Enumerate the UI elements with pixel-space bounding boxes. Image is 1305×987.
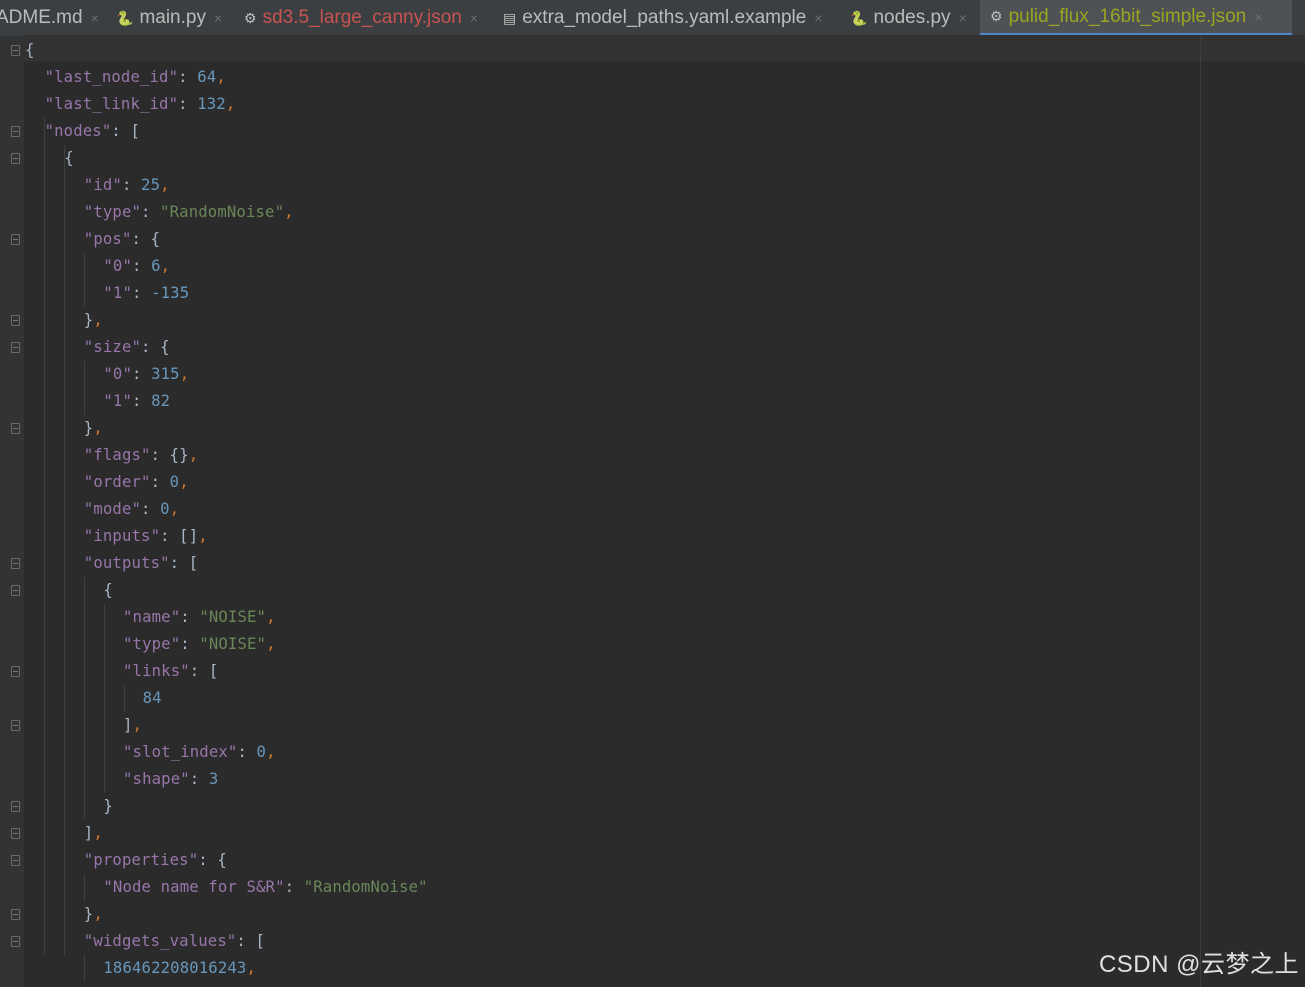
indent-guide bbox=[84, 577, 85, 820]
csdn-watermark: CSDN @云梦之上 bbox=[1098, 951, 1299, 978]
fold-marker-icon[interactable] bbox=[11, 828, 20, 839]
code-line[interactable]: 186462208016243, bbox=[103, 955, 256, 982]
close-icon[interactable]: × bbox=[1254, 9, 1262, 25]
fold-marker-icon[interactable] bbox=[11, 720, 20, 731]
code-line[interactable]: "widgets_values": [ bbox=[84, 928, 265, 955]
code-line[interactable]: { bbox=[64, 145, 74, 172]
current-line-highlight bbox=[24, 35, 1305, 61]
indent-guide bbox=[84, 253, 85, 307]
code-line[interactable]: }, bbox=[84, 307, 103, 334]
fold-marker-icon[interactable] bbox=[11, 423, 20, 434]
indent-guide bbox=[84, 874, 85, 901]
code-line[interactable]: "type": "NOISE", bbox=[123, 631, 276, 658]
tab-main-py[interactable]: 🐍 main.py × bbox=[116, 0, 238, 36]
code-line[interactable]: ], bbox=[123, 712, 142, 739]
code-line[interactable]: "shape": 3 bbox=[123, 766, 218, 793]
code-line[interactable]: { bbox=[103, 577, 113, 604]
code-line[interactable]: "mode": 0, bbox=[84, 496, 179, 523]
code-line[interactable]: ], bbox=[84, 820, 103, 847]
close-icon[interactable]: × bbox=[470, 10, 478, 26]
tab-adme-md[interactable]: ADME.md × bbox=[0, 0, 99, 36]
tab-extra-model-paths-yaml-example[interactable]: ▤ extra_model_paths.yaml.example × bbox=[503, 0, 843, 36]
tab-label: main.py bbox=[139, 7, 206, 28]
indent-guide bbox=[44, 118, 45, 955]
code-line[interactable]: "inputs": [], bbox=[84, 523, 208, 550]
code-line[interactable]: "nodes": [ bbox=[45, 118, 140, 145]
code-line[interactable]: "last_node_id": 64, bbox=[45, 64, 226, 91]
fold-marker-icon[interactable] bbox=[11, 234, 20, 245]
fold-marker-icon[interactable] bbox=[11, 585, 20, 596]
fold-marker-icon[interactable] bbox=[11, 936, 20, 947]
code-line[interactable]: "type": "RandomNoise", bbox=[84, 199, 294, 226]
gutter bbox=[0, 37, 24, 987]
right-margin-guide bbox=[1200, 37, 1201, 987]
fold-marker-icon[interactable] bbox=[11, 909, 20, 920]
code-line[interactable]: "pos": { bbox=[84, 226, 160, 253]
code-line[interactable]: }, bbox=[84, 415, 103, 442]
fold-marker-icon[interactable] bbox=[11, 126, 20, 137]
code-line[interactable]: "links": [ bbox=[123, 658, 218, 685]
code-line[interactable]: "size": { bbox=[84, 334, 170, 361]
fold-marker-icon[interactable] bbox=[11, 342, 20, 353]
code-line[interactable]: "Node name for S&R": "RandomNoise" bbox=[103, 874, 427, 901]
code-line[interactable]: "1": 82 bbox=[103, 388, 170, 415]
fold-marker-icon[interactable] bbox=[11, 855, 20, 866]
code-line[interactable]: } bbox=[103, 793, 113, 820]
code-line[interactable]: "last_link_id": 132, bbox=[45, 91, 236, 118]
code-line[interactable]: "properties": { bbox=[84, 847, 227, 874]
close-icon[interactable]: × bbox=[214, 10, 222, 26]
tab-label: nodes.py bbox=[873, 7, 951, 28]
indent-guide bbox=[84, 361, 85, 415]
code-line[interactable]: "flags": {}, bbox=[84, 442, 198, 469]
code-line[interactable]: "1": -135 bbox=[103, 280, 189, 307]
close-icon[interactable]: × bbox=[814, 10, 822, 26]
code-line[interactable]: "0": 315, bbox=[103, 361, 189, 388]
fold-marker-icon[interactable] bbox=[11, 153, 20, 164]
code-line[interactable]: "slot_index": 0, bbox=[123, 739, 276, 766]
tab-sd3-5-large-canny-json[interactable]: ⚙ sd3.5_large_canny.json × bbox=[244, 0, 494, 36]
indent-guide bbox=[104, 604, 105, 793]
tab-label: extra_model_paths.yaml.example bbox=[522, 7, 807, 28]
code-line[interactable]: { bbox=[25, 37, 35, 64]
code-line[interactable]: "order": 0, bbox=[84, 469, 189, 496]
code-line[interactable]: "0": 6, bbox=[103, 253, 170, 280]
code-line[interactable]: "name": "NOISE", bbox=[123, 604, 276, 631]
code-line[interactable]: "outputs": [ bbox=[84, 550, 198, 577]
fold-marker-icon[interactable] bbox=[11, 45, 20, 56]
close-icon[interactable]: × bbox=[91, 10, 99, 26]
python-file-icon: 🐍 bbox=[850, 9, 868, 26]
code-editor[interactable]: { "last_node_id": 64, "last_link_id": 132,… bbox=[0, 35, 1305, 987]
code-line[interactable]: 84 bbox=[143, 685, 162, 712]
json-file-icon: ⚙ bbox=[244, 9, 257, 26]
tab-pulid-flux-16bit-simple-json[interactable]: ⚙ pulid_flux_16bit_simple.json × bbox=[980, 0, 1292, 36]
tab-label: ADME.md bbox=[0, 7, 83, 28]
indent-guide bbox=[84, 955, 85, 982]
code-line[interactable]: }, bbox=[84, 901, 103, 928]
fold-marker-icon[interactable] bbox=[11, 801, 20, 812]
tab-label: pulid_flux_16bit_simple.json bbox=[1008, 5, 1247, 27]
fold-marker-icon[interactable] bbox=[11, 315, 20, 326]
editor-tab-bar: ADME.md × 🐍 main.py × ⚙ sd3.5_large_canny.json… bbox=[0, 0, 1305, 37]
fold-marker-icon[interactable] bbox=[11, 558, 20, 569]
python-file-icon: 🐍 bbox=[116, 9, 134, 26]
indent-guide bbox=[64, 145, 65, 955]
json-file-icon: ⚙ bbox=[990, 8, 1003, 24]
text-file-icon: ▤ bbox=[503, 9, 517, 26]
close-icon[interactable]: × bbox=[959, 10, 967, 26]
tab-label: sd3.5_large_canny.json bbox=[262, 7, 462, 28]
indent-guide bbox=[124, 685, 125, 712]
fold-marker-icon[interactable] bbox=[11, 666, 20, 677]
tab-nodes-py[interactable]: 🐍 nodes.py × bbox=[850, 0, 974, 36]
code-line[interactable]: "id": 25, bbox=[84, 172, 170, 199]
